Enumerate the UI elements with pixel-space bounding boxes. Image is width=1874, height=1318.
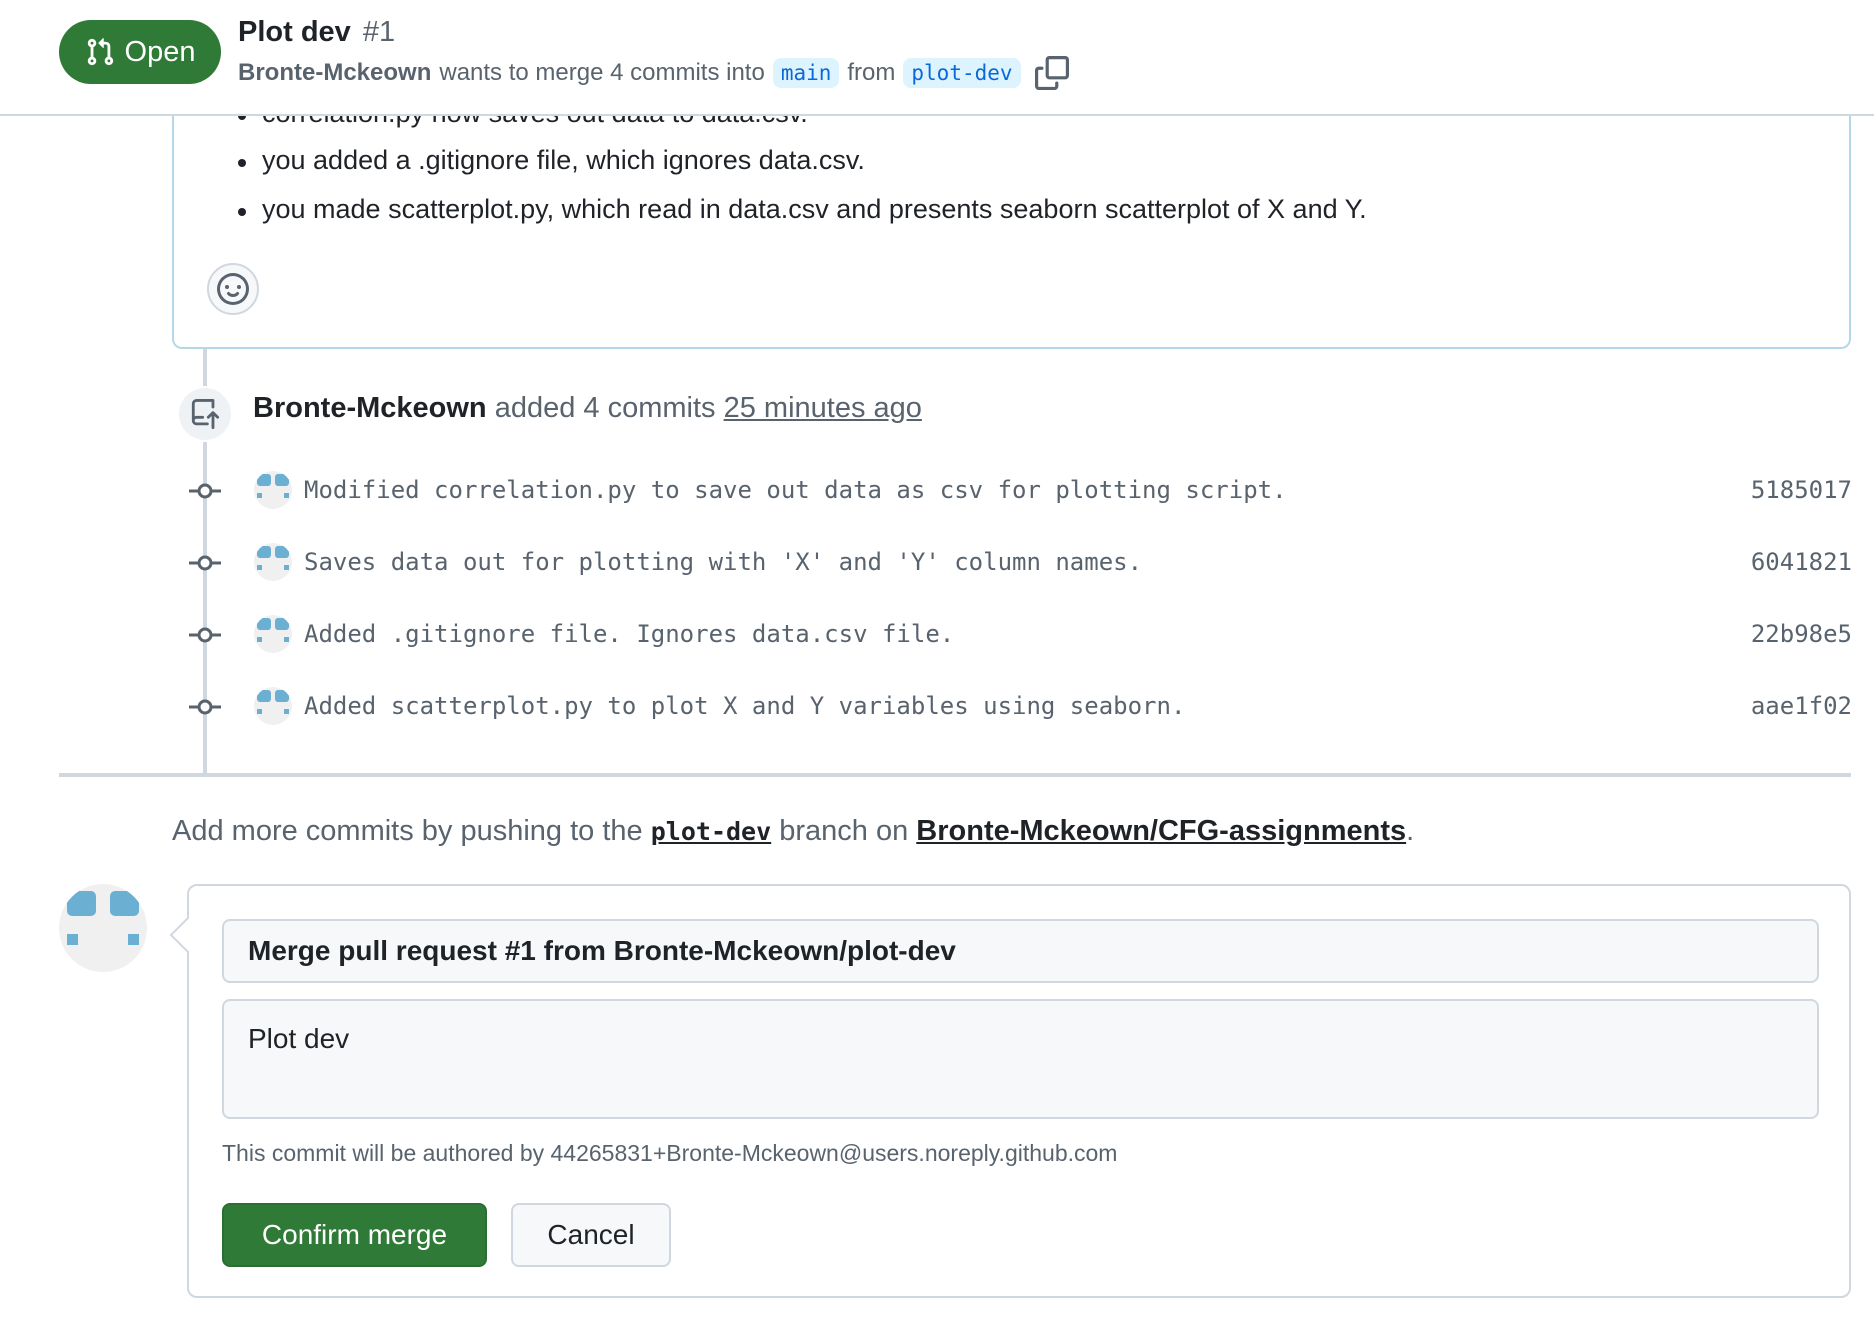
repo-push-icon [177, 386, 233, 442]
smiley-icon [217, 273, 249, 305]
commit-sha-link[interactable]: 6041821 [1751, 548, 1852, 576]
commit-message-link[interactable]: Modified correlation.py to save out data… [304, 476, 1287, 504]
confirm-merge-button[interactable]: Confirm merge [222, 1203, 487, 1267]
merge-title-input[interactable] [222, 919, 1819, 983]
pr-state-label: Open [124, 35, 196, 68]
description-bullet: you made scatterplot.py, which read in d… [238, 194, 1367, 224]
push-hint: Add more commits by pushing to the plot-… [172, 815, 1414, 848]
from-text: from [847, 59, 896, 86]
commit-author-avatar[interactable] [254, 471, 292, 509]
push-author-link[interactable]: Bronte-Mckeown [253, 392, 487, 424]
commit-sha-link[interactable]: 5185017 [1751, 476, 1852, 504]
pr-state-badge: Open [59, 20, 221, 84]
commit-author-avatar[interactable] [254, 687, 292, 725]
hint-suffix: . [1406, 815, 1415, 847]
push-timestamp-link[interactable]: 25 minutes ago [724, 392, 922, 424]
commit-row: Added .gitignore file. Ignores data.csv … [180, 610, 1852, 660]
cancel-button[interactable]: Cancel [511, 1203, 671, 1267]
hint-prefix: Add more commits by pushing to the [172, 815, 643, 847]
commit-row: Modified correlation.py to save out data… [180, 466, 1852, 516]
pr-summary: Bronte-Mckeown wants to merge 4 commits … [238, 56, 1069, 90]
hint-branch-link[interactable]: plot-dev [651, 817, 771, 846]
merge-body-textarea[interactable]: Plot dev [222, 999, 1819, 1119]
git-commit-icon [189, 699, 221, 715]
pr-header: Open Plot dev #1 Bronte-Mckeown wants to… [0, 0, 1874, 116]
commit-row: Added scatterplot.py to plot X and Y var… [180, 682, 1852, 732]
commit-author-avatar[interactable] [254, 615, 292, 653]
copy-icon[interactable] [1034, 56, 1069, 90]
base-branch-chip[interactable]: main [772, 58, 840, 88]
hint-middle: branch on [779, 815, 909, 847]
pr-number: #1 [362, 16, 396, 48]
head-branch-chip[interactable]: plot-dev [903, 58, 1021, 88]
push-event: Bronte-Mckeown added 4 commits 25 minute… [253, 392, 922, 425]
merge-text: wants to merge 4 commits into [439, 59, 765, 86]
pr-author-link[interactable]: Bronte-Mckeown [238, 59, 431, 87]
timeline-divider [59, 773, 1851, 777]
git-commit-icon [189, 555, 221, 571]
commit-row: Saves data out for plotting with 'X' and… [180, 538, 1852, 588]
git-commit-icon [189, 483, 221, 499]
description-bullet: you added a .gitignore file, which ignor… [238, 145, 865, 175]
git-pull-request-icon [87, 38, 113, 66]
git-commit-icon [189, 627, 221, 643]
merge-form: Plot dev This commit will be authored by… [187, 884, 1851, 1298]
commit-message-link[interactable]: Added scatterplot.py to plot X and Y var… [304, 692, 1185, 720]
pr-title: Plot dev #1 [238, 16, 395, 49]
commit-sha-link[interactable]: 22b98e5 [1751, 620, 1852, 648]
commit-message-link[interactable]: Saves data out for plotting with 'X' and… [304, 548, 1142, 576]
push-action-text: added 4 commits [494, 392, 716, 424]
avatar[interactable] [59, 884, 147, 972]
commit-author-note: This commit will be authored by 44265831… [222, 1140, 1118, 1166]
commit-message-link[interactable]: Added .gitignore file. Ignores data.csv … [304, 620, 954, 648]
commit-sha-link[interactable]: aae1f02 [1751, 692, 1852, 720]
add-reaction-button[interactable] [207, 263, 259, 315]
pr-title-text: Plot dev [238, 16, 351, 48]
commit-author-avatar[interactable] [254, 543, 292, 581]
hint-repo-link[interactable]: Bronte-Mckeown/CFG-assignments [916, 815, 1406, 847]
